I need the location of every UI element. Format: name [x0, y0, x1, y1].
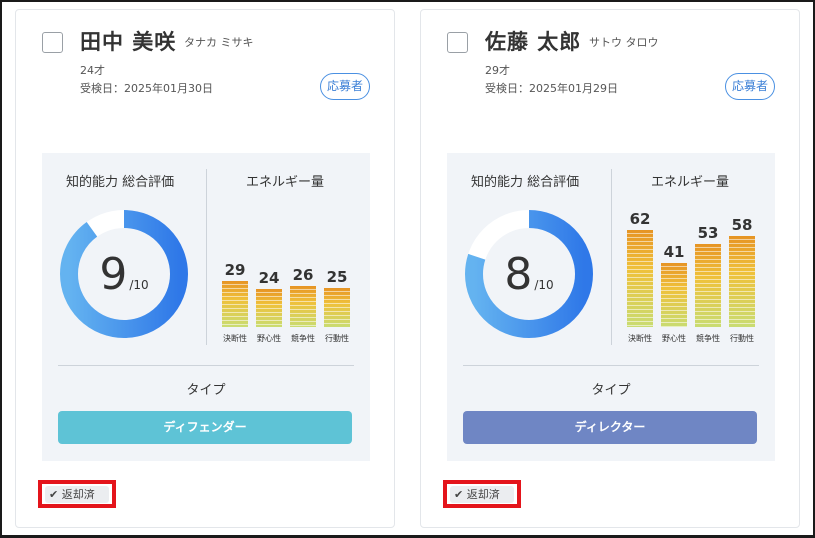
- energy-bar: 62 決断性: [627, 210, 653, 353]
- energy-bar-label: 行動性: [730, 334, 754, 343]
- applicant-badge: 応募者: [725, 73, 776, 100]
- assessment-panel: 知的能力 総合評価 エネルギー量 8 /10 62 決断性 41 野心性 53 競争性 58…: [447, 153, 775, 461]
- type-button[interactable]: ディフェンダー: [58, 411, 352, 444]
- select-checkbox[interactable]: [42, 32, 63, 53]
- candidate-kana: タナカ ミサキ: [184, 36, 254, 49]
- intelligence-title: 知的能力 総合評価: [66, 175, 175, 190]
- assessment-panel: 知的能力 総合評価 エネルギー量 9 /10 29 決断性 24 野心性 26 競争性 25…: [42, 153, 370, 461]
- score-value: 8 /10: [465, 210, 593, 338]
- energy-title: エネルギー量: [651, 175, 730, 190]
- energy-bar-fill: [661, 263, 687, 327]
- intelligence-title: 知的能力 総合評価: [471, 175, 580, 190]
- energy-bar-fill: [729, 236, 755, 327]
- candidate-name: 田中 美咲: [80, 30, 177, 54]
- energy-bar-fill: [695, 244, 721, 327]
- energy-bar: 41 野心性: [661, 213, 687, 353]
- energy-bar-value: 41: [663, 243, 685, 261]
- exam-date: 受検日：2025年01月29日: [485, 82, 618, 95]
- type-title: タイプ: [591, 383, 631, 398]
- score-number: 8: [504, 248, 533, 300]
- returned-status-highlight: ✔ 返却済: [38, 480, 116, 508]
- score-value: 9 /10: [60, 210, 188, 338]
- exam-date: 受検日：2025年01月30日: [80, 82, 213, 95]
- score-number: 9: [99, 248, 128, 300]
- energy-bar-fill: [256, 289, 282, 327]
- energy-bar-value: 58: [731, 216, 753, 234]
- returned-status-label: 返却済: [61, 488, 95, 501]
- energy-bar-fill: [324, 288, 350, 327]
- candidate-card[interactable]: 田中 美咲 タナカ ミサキ 24才 受検日：2025年01月30日 応募者 知的…: [15, 9, 395, 528]
- energy-bar-value: 62: [629, 210, 651, 228]
- energy-bar: 26 競争性: [290, 213, 316, 353]
- returned-status-tag: ✔ 返却済: [45, 486, 109, 503]
- energy-bar: 24 野心性: [256, 213, 282, 353]
- candidate-name: 佐藤 太郎: [485, 30, 582, 54]
- check-icon: ✔: [454, 488, 464, 501]
- energy-bar: 29 決断性: [222, 213, 248, 353]
- energy-title: エネルギー量: [246, 175, 325, 190]
- energy-bar-chart: 29 決断性 24 野心性 26 競争性 25 行動性: [214, 213, 364, 353]
- energy-bar-fill: [222, 281, 248, 327]
- panel-divider-horizontal: [58, 365, 354, 366]
- score-denominator: /10: [534, 278, 554, 292]
- returned-status-label: 返却済: [466, 488, 500, 501]
- type-title: タイプ: [186, 383, 226, 398]
- candidate-kana: サトウ タロウ: [589, 36, 659, 49]
- panel-divider-vertical: [206, 169, 207, 345]
- applicant-badge: 応募者: [320, 73, 371, 100]
- score-denominator: /10: [129, 278, 149, 292]
- select-checkbox[interactable]: [447, 32, 468, 53]
- candidate-age: 29才: [485, 64, 510, 77]
- panel-divider-horizontal: [463, 365, 759, 366]
- returned-status-highlight: ✔ 返却済: [443, 480, 521, 508]
- check-icon: ✔: [49, 488, 59, 501]
- energy-bar-fill: [627, 230, 653, 327]
- energy-bar: 53 競争性: [695, 213, 721, 353]
- energy-bar-label: 行動性: [325, 334, 349, 343]
- candidate-age: 24才: [80, 64, 105, 77]
- panel-divider-vertical: [611, 169, 612, 345]
- energy-bar-fill: [290, 286, 316, 327]
- energy-bar: 25 行動性: [324, 213, 350, 353]
- type-button[interactable]: ディレクター: [463, 411, 757, 444]
- energy-bar-value: 25: [326, 268, 348, 286]
- candidate-card[interactable]: 佐藤 太郎 サトウ タロウ 29才 受検日：2025年01月29日 応募者 知的…: [420, 9, 800, 528]
- returned-status-tag: ✔ 返却済: [450, 486, 514, 503]
- energy-bar-chart: 62 決断性 41 野心性 53 競争性 58 行動性: [619, 210, 769, 353]
- energy-bar: 58 行動性: [729, 213, 755, 353]
